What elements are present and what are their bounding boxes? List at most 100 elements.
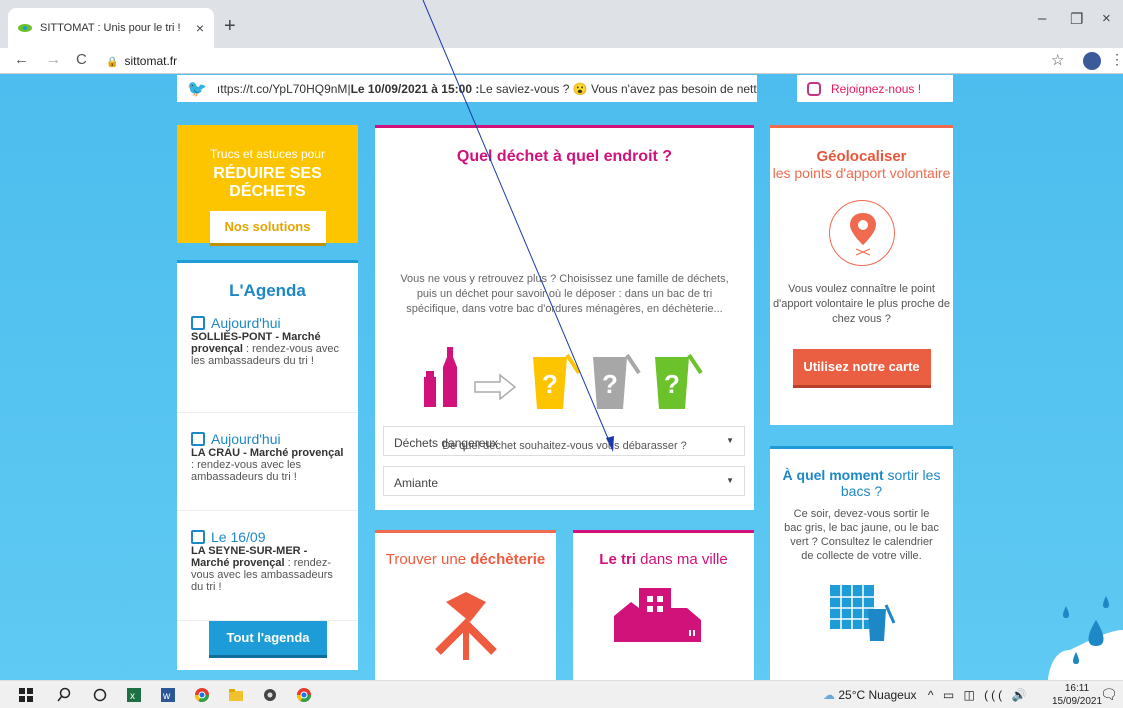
chevron-down-icon: ▼ [726, 436, 734, 445]
bin-question-mark: ? [602, 369, 618, 399]
bottles-icon [424, 347, 457, 407]
forward-button[interactable]: → [46, 51, 61, 68]
new-tab-button[interactable]: + [224, 15, 236, 38]
location-pin-icon [828, 200, 895, 266]
moment-text: Ce soir, devez-vous sortir le bac gris, … [784, 508, 939, 562]
calendar-bin-icon [829, 585, 895, 641]
geo-title: Géolocaliser [816, 148, 907, 165]
twitter-icon[interactable]: 🐦 [187, 79, 207, 99]
calendar-icon [191, 530, 205, 544]
windows-start-icon[interactable] [18, 687, 34, 703]
task-view-icon[interactable] [92, 687, 108, 703]
agenda-date: Aujourd'hui [211, 431, 281, 447]
tray-icons[interactable]: ^ ▭ ◫ ((( 🔊 [928, 688, 1030, 702]
utilisez-carte-button[interactable]: Utilisez notre carte [792, 349, 931, 385]
page-content: 🐦 ıttps://t.co/YpL70HQ9nM | Le 10/09/202… [0, 75, 1123, 680]
geo-subtitle: les points d'apport volontaire [772, 165, 951, 181]
agenda-date: Le 16/09 [211, 529, 266, 545]
search-icon[interactable] [56, 687, 72, 703]
tri-ma-ville-card[interactable]: Le tri dans ma ville [573, 530, 754, 680]
agenda-item[interactable]: Le 16/09 LA SEYNE-SUR-MER - Marché prove… [177, 511, 358, 621]
chevron-down-icon: ▼ [726, 476, 734, 485]
ville-title-rest: dans ma ville [635, 551, 728, 568]
calendar-icon [191, 432, 205, 446]
find-dechetterie-card[interactable]: Trouver une déchèterie [375, 530, 556, 680]
profile-avatar[interactable] [1083, 52, 1101, 70]
clock-date: 15/09/2021 [1052, 696, 1103, 707]
browser-tab[interactable]: SITTOMAT : Unis pour le tri ! × [8, 8, 214, 48]
reduce-waste-card: Trucs et astuces pour RÉDUIRE SES DÉCHET… [177, 125, 358, 243]
url-text: sittomat.fr [124, 54, 178, 68]
agenda-card: L'Agenda Aujourd'hui SOLLIÈS-PONT - Marc… [177, 260, 358, 670]
chrome-window-icon[interactable] [296, 687, 312, 703]
tab-title: SITTOMAT : Unis pour le tri ! [40, 22, 181, 34]
site-favicon-icon [18, 24, 32, 32]
os-taskbar: x w ☁ 25°C Nuageux ^ ▭ ◫ ((( 🔊 16:11 15/… [0, 680, 1123, 708]
waste-drop-hand-icon [434, 592, 497, 660]
restore-button[interactable]: ❐ [1070, 10, 1083, 28]
url-field[interactable]: 🔒 sittomat.fr [106, 54, 177, 68]
waste-item-value: Amiante [394, 476, 439, 490]
excel-icon[interactable]: x [126, 687, 142, 703]
tout-agenda-button[interactable]: Tout l'agenda [209, 621, 327, 655]
collection-time-card: À quel moment sortir les bacs ? Ce soir,… [770, 446, 953, 680]
dech-title-bold: déchèterie [470, 551, 546, 568]
water-drops-decoration [1048, 596, 1123, 680]
svg-text:w: w [162, 691, 171, 702]
nos-solutions-button[interactable]: Nos solutions [209, 211, 326, 243]
notification-icon[interactable]: 🗨 [1100, 686, 1118, 703]
waste-family-select[interactable]: Déchets dangereux ▼ [383, 426, 745, 456]
agenda-title: L'Agenda [229, 281, 306, 300]
twitter-feed-bar: 🐦 ıttps://t.co/YpL70HQ9nM | Le 10/09/202… [177, 75, 757, 102]
ville-title-bold: Le tri [599, 551, 636, 568]
waste-finder-description: Vous ne vous y retrouvez plus ? Choisiss… [400, 273, 729, 315]
word-icon[interactable]: w [160, 687, 176, 703]
yellow-bin-icon: ? [533, 353, 581, 409]
waste-finder-card: Quel déchet à quel endroit ? Vous ne vou… [375, 125, 754, 510]
agenda-event-title: LA CRAU - Marché provençal [191, 447, 344, 459]
lock-icon: 🔒 [106, 57, 119, 68]
reduce-waste-title: RÉDUIRE SES DÉCHETS [213, 165, 322, 200]
window-close-button[interactable]: × [1102, 10, 1111, 27]
dech-title: Trouver une déchèterie [375, 551, 556, 568]
bin-question-mark: ? [542, 369, 558, 399]
instagram-bar[interactable]: Rejoignez-nous ! [797, 75, 953, 102]
media-app-icon[interactable] [262, 687, 278, 703]
ville-title: Le tri dans ma ville [573, 551, 754, 568]
moment-title: À quel moment sortir les bacs ? [770, 467, 953, 499]
bookmark-star-icon[interactable]: ☆ [1051, 51, 1064, 69]
tweet-date: Le 10/09/2021 à 15:00 : [350, 81, 480, 96]
minimize-button[interactable]: – [1038, 10, 1046, 27]
back-button[interactable]: ← [14, 51, 29, 68]
address-bar: ← → C 🔒 sittomat.fr ☆ ⋮ [0, 48, 1123, 74]
clock-time: 16:11 [1064, 683, 1090, 694]
geo-text: Vous voulez connaître le point d'apport … [773, 283, 950, 325]
dech-title-plain: Trouver une [385, 551, 471, 568]
weather-text[interactable]: 25°C Nuageux [838, 688, 916, 702]
browser-menu-icon[interactable]: ⋮ [1110, 51, 1123, 68]
instagram-label: Rejoignez-nous ! [831, 81, 922, 96]
tweet-link[interactable]: ıttps://t.co/YpL70HQ9nM [217, 82, 348, 96]
moment-title-bold: À quel moment [782, 467, 884, 483]
agenda-item[interactable]: Aujourd'hui LA CRAU - Marché provençal :… [177, 413, 358, 511]
system-tray: ☁ 25°C Nuageux ^ ▭ ◫ ((( 🔊 [823, 688, 1029, 702]
weather-icon: ☁ [823, 688, 835, 702]
file-explorer-icon[interactable] [228, 687, 244, 703]
calendar-icon [191, 316, 205, 330]
sorting-bins-illustration: ? ? ? [424, 347, 703, 409]
clock[interactable]: 16:11 15/09/2021 [1052, 682, 1102, 708]
bin-question-mark: ? [664, 369, 680, 399]
agenda-item[interactable]: Aujourd'hui SOLLIÈS-PONT - Marché proven… [177, 301, 358, 413]
tab-close-icon[interactable]: × [196, 20, 204, 36]
agenda-event-text: : rendez-vous avec les ambassadeurs du t… [191, 459, 302, 483]
svg-text:x: x [130, 691, 135, 702]
waste-finder-title: Quel déchet à quel endroit ? [456, 148, 673, 165]
reduce-waste-intro: Trucs et astuces pour [210, 147, 325, 161]
agenda-date: Aujourd'hui [211, 315, 281, 331]
grey-bin-icon: ? [593, 353, 641, 409]
waste-family-value: Déchets dangereux [394, 436, 499, 450]
waste-item-select[interactable]: Amiante ▼ [383, 466, 745, 496]
reload-button[interactable]: C [76, 51, 87, 68]
browser-tab-bar: SITTOMAT : Unis pour le tri ! × + – ❐ × [0, 0, 1123, 48]
chrome-icon[interactable] [194, 687, 210, 703]
